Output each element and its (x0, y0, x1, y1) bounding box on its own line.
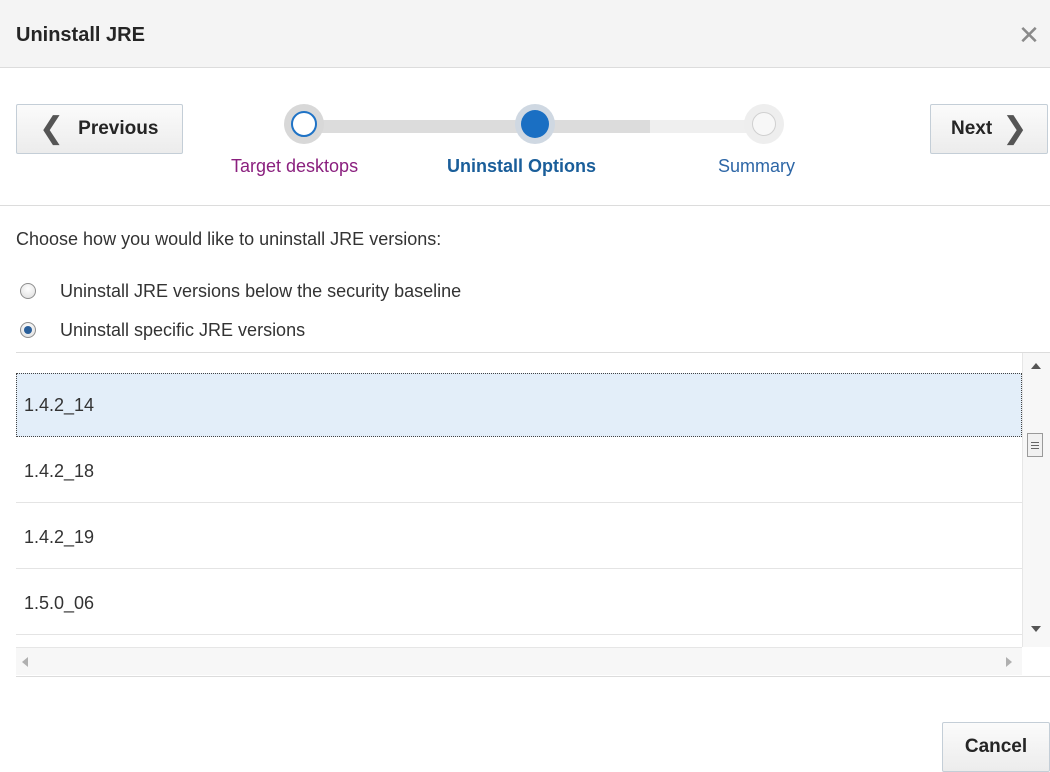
train-track-visited (303, 120, 535, 133)
list-item[interactable]: 1.4.2_19 (16, 505, 1022, 569)
cancel-button[interactable]: Cancel (942, 722, 1050, 772)
radio-label: Uninstall specific JRE versions (60, 319, 306, 340)
cancel-button-label: Cancel (964, 736, 1028, 757)
step-label-target-desktops[interactable]: Target desktops (231, 156, 358, 177)
radio-button[interactable] (20, 283, 36, 299)
scroll-up-icon[interactable] (1031, 363, 1041, 369)
jre-versions-list: 1.4.2_14 1.4.2_18 1.4.2_19 1.5.0_06 (16, 352, 1050, 677)
next-button[interactable]: Next ❯ (930, 104, 1048, 154)
dialog-header: Uninstall JRE ✕ (0, 0, 1050, 68)
close-icon[interactable]: ✕ (1014, 20, 1044, 50)
previous-button[interactable]: ❮ Previous (16, 104, 183, 154)
previous-button-label: Previous (78, 118, 159, 139)
scroll-left-icon[interactable] (22, 657, 28, 667)
uninstall-prompt: Choose how you would like to uninstall J… (16, 229, 442, 249)
step-label-uninstall-options: Uninstall Options (447, 156, 597, 176)
radio-label: Uninstall JRE versions below the securit… (60, 280, 462, 301)
scroll-thumb[interactable] (1027, 433, 1043, 457)
scroll-down-icon[interactable] (1031, 626, 1041, 632)
chevron-left-icon: ❮ (39, 112, 65, 145)
list-item[interactable]: 1.5.0_06 (16, 571, 1022, 635)
dialog-title: Uninstall JRE (16, 24, 145, 46)
train-stop-uninstall-options (515, 104, 555, 144)
radio-button[interactable] (20, 322, 36, 338)
wizard-train: ❮ Previous Target desktops Uninstall Opt… (0, 68, 1050, 206)
radio-below-baseline[interactable]: Uninstall JRE versions below the securit… (20, 278, 461, 304)
train-stop-target-desktops[interactable] (284, 104, 324, 144)
list-item[interactable]: 1.4.2_14 (16, 373, 1022, 437)
horizontal-scrollbar[interactable] (16, 647, 1022, 675)
radio-specific-versions[interactable]: Uninstall specific JRE versions (20, 317, 305, 343)
version-rows: 1.4.2_14 1.4.2_18 1.4.2_19 1.5.0_06 (16, 353, 1022, 647)
vertical-scrollbar[interactable] (1022, 353, 1050, 647)
scroll-right-icon[interactable] (1006, 657, 1012, 667)
step-label-summary: Summary (718, 156, 796, 176)
next-button-label: Next (951, 118, 993, 139)
chevron-right-icon: ❯ (1002, 112, 1028, 145)
list-item[interactable]: 1.4.2_18 (16, 439, 1022, 503)
train-stop-summary (744, 104, 784, 144)
